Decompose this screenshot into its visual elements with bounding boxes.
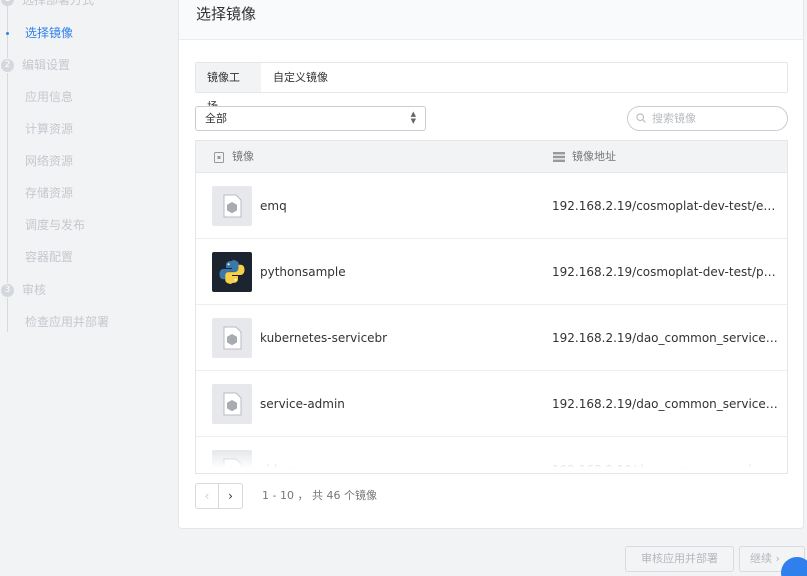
category-select[interactable]: 全部 ▲ ▼	[195, 106, 426, 131]
image-address: 192.168.2.19/dao_common_service/service-…	[552, 397, 778, 411]
column-header-image: 镜像	[232, 150, 254, 163]
card-header: 选择镜像	[179, 0, 803, 40]
step-number-3: 3	[1, 284, 14, 297]
search-placeholder: 搜索镜像	[652, 112, 696, 125]
wizard-sidebar: 1 选择部署方式 选择镜像 2 编辑设置 应用信息 计算资源 网络资源 存储资源…	[0, 0, 178, 576]
pagination: ‹ ›	[195, 483, 243, 509]
cube-icon	[212, 384, 252, 424]
step-number-1: 1	[1, 0, 14, 6]
step-storage-resources[interactable]: 存储资源	[25, 185, 73, 201]
image-name: kubernetes-servicebr	[260, 331, 388, 345]
step-container-config[interactable]: 容器配置	[25, 249, 73, 265]
step-compute-resources[interactable]: 计算资源	[25, 121, 73, 137]
step-title-1[interactable]: 选择部署方式	[22, 0, 94, 8]
image-address: 192.168.2.19/cosmoplat-dev-test/pythonsa…	[552, 265, 778, 279]
table-row[interactable]: emq 192.168.2.19/cosmoplat-dev-test/emq	[196, 173, 787, 239]
table-row[interactable]: pythonsample 192.168.2.19/cosmoplat-dev-…	[196, 239, 787, 305]
search-input[interactable]: 搜索镜像	[627, 106, 788, 131]
step-title-2[interactable]: 编辑设置	[22, 57, 70, 73]
image-name: sidecar	[260, 463, 304, 474]
review-deploy-button[interactable]: 审核应用并部署	[625, 546, 734, 572]
next-page-button[interactable]: ›	[219, 484, 242, 508]
table-header: 镜像 镜像地址	[196, 141, 787, 173]
prev-page-button[interactable]: ‹	[196, 484, 219, 508]
step-review-deploy[interactable]: 检查应用并部署	[25, 314, 109, 330]
image-address: 192.168.2.19/dao_common_service/sidecar	[552, 463, 778, 474]
image-table: 镜像 镜像地址 emq 192.168.2.19/cosmoplat-dev-t…	[195, 140, 788, 474]
cube-icon	[212, 318, 252, 358]
step-select-image[interactable]: 选择镜像	[25, 25, 73, 41]
image-name: emq	[260, 199, 287, 213]
column-header-address: 镜像地址	[572, 150, 616, 163]
search-icon	[636, 113, 646, 123]
table-row[interactable]: service-admin 192.168.2.19/dao_common_se…	[196, 371, 787, 437]
select-image-card: 选择镜像 镜像工场 自定义镜像 全部 ▲▼ 搜索镜像 镜像 镜像地址	[178, 0, 804, 529]
category-select-value: 全部	[205, 112, 227, 125]
cube-icon	[212, 186, 252, 226]
pagination-info: 1 - 10 ， 共 46 个镜像	[262, 489, 377, 502]
step-title-3[interactable]: 审核	[22, 282, 46, 298]
table-row[interactable]: sidecar 192.168.2.19/dao_common_service/…	[196, 437, 787, 474]
step-connector	[7, 298, 8, 332]
page-title: 选择镜像	[196, 5, 257, 23]
step-number-2: 2	[1, 59, 14, 72]
image-address: 192.168.2.19/dao_common_service/kubernet…	[552, 331, 778, 345]
step-app-info[interactable]: 应用信息	[25, 89, 73, 105]
table-row[interactable]: kubernetes-servicebr 192.168.2.19/dao_co…	[196, 305, 787, 371]
image-name: pythonsample	[260, 265, 346, 279]
cube-icon	[212, 450, 252, 473]
active-step-dot	[6, 32, 9, 35]
select-arrows-icon: ▲ ▼	[410, 110, 416, 125]
image-name: service-admin	[260, 397, 345, 411]
step-schedule-release[interactable]: 调度与发布	[25, 217, 85, 233]
step-connector	[7, 0, 8, 58]
tab-image-factory[interactable]: 镜像工场	[196, 63, 261, 113]
step-network-resources[interactable]: 网络资源	[25, 153, 73, 169]
image-source-tabs: 镜像工场 自定义镜像	[195, 62, 788, 113]
tab-custom-image[interactable]: 自定义镜像	[262, 63, 339, 92]
image-column-icon	[214, 152, 224, 163]
python-logo	[212, 252, 252, 292]
image-address: 192.168.2.19/cosmoplat-dev-test/emq	[552, 199, 778, 213]
step-connector	[7, 73, 8, 283]
address-column-icon	[553, 152, 565, 162]
